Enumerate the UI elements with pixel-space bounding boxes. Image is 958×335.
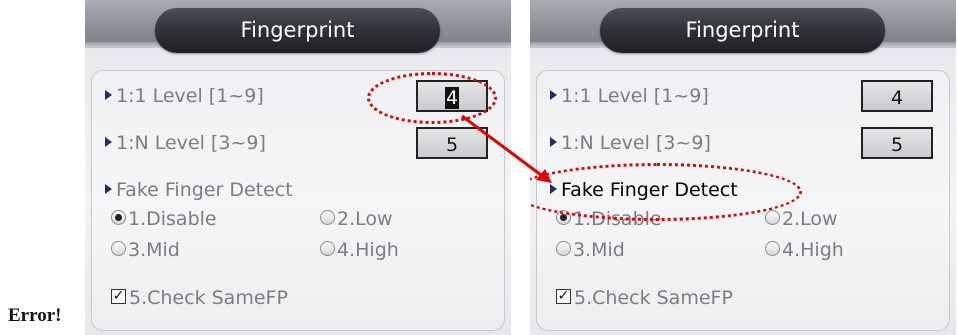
radio-icon (765, 241, 780, 256)
option-high-label: 4.High (782, 239, 844, 261)
option-mid[interactable]: 3.Mid (556, 239, 625, 261)
option-low-label: 2.Low (337, 208, 393, 230)
option-low[interactable]: 2.Low (320, 208, 393, 230)
level-1-n-label: 1:N Level [3~9] (561, 132, 711, 154)
level-1-n-value: 5 (890, 134, 904, 156)
option-high-label: 4.High (337, 239, 399, 261)
option-high[interactable]: 4.High (765, 239, 844, 261)
check-samefp-row[interactable]: ✓ 5.Check SameFP (556, 287, 733, 309)
radio-icon (111, 241, 126, 256)
highlight-ellipse (367, 72, 497, 124)
option-disable-label: 1.Disable (128, 208, 217, 230)
arrow-right-icon (105, 183, 112, 194)
arrow-right-icon (550, 89, 557, 100)
screen-title: Fingerprint (155, 8, 440, 53)
level-1-n-label: 1:N Level [3~9] (116, 132, 266, 154)
radio-icon (320, 210, 335, 225)
checkbox-checked-icon: ✓ (556, 288, 571, 304)
fingerprint-screen-after: Fingerprint 1:1 Level [1~9] 4 1:N Level … (530, 0, 956, 335)
level-1-n-value-box[interactable]: 5 (861, 127, 933, 159)
level-1-1-value-box[interactable]: 4 (861, 80, 933, 112)
level-1-1-label: 1:1 Level [1~9] (561, 85, 709, 107)
level-1-1-row[interactable]: 1:1 Level [1~9] (105, 85, 264, 107)
error-label: Error! (8, 305, 62, 326)
option-disable[interactable]: 1.Disable (111, 208, 217, 230)
check-samefp-label: 5.Check SameFP (574, 287, 733, 309)
level-1-n-value: 5 (445, 134, 459, 156)
level-1-1-label: 1:1 Level [1~9] (116, 85, 264, 107)
level-1-n-value-box[interactable]: 5 (416, 127, 488, 159)
level-1-1-value: 4 (890, 87, 904, 109)
option-low-label: 2.Low (782, 208, 838, 230)
check-samefp-label: 5.Check SameFP (129, 287, 288, 309)
option-high[interactable]: 4.High (320, 239, 399, 261)
level-1-1-row[interactable]: 1:1 Level [1~9] (550, 85, 709, 107)
level-1-n-row[interactable]: 1:N Level [3~9] (105, 132, 266, 154)
arrow-right-icon (105, 89, 112, 100)
checkbox-checked-icon: ✓ (111, 288, 126, 304)
option-mid-label: 3.Mid (128, 239, 180, 261)
arrow-right-icon (550, 136, 557, 147)
option-mid[interactable]: 3.Mid (111, 239, 180, 261)
screen-title: Fingerprint (600, 8, 885, 53)
radio-icon (320, 241, 335, 256)
radio-icon (765, 210, 780, 225)
option-mid-label: 3.Mid (573, 239, 625, 261)
radio-icon (556, 241, 571, 256)
radio-selected-icon (111, 210, 126, 225)
fake-finger-label: Fake Finger Detect (116, 179, 293, 201)
level-1-n-row[interactable]: 1:N Level [3~9] (550, 132, 711, 154)
fingerprint-screen-before: Fingerprint 1:1 Level [1~9] 4 1:N Level … (85, 0, 511, 335)
fake-finger-row[interactable]: Fake Finger Detect (105, 179, 293, 201)
check-samefp-row[interactable]: ✓ 5.Check SameFP (111, 287, 288, 309)
option-low[interactable]: 2.Low (765, 208, 838, 230)
arrow-right-icon (105, 136, 112, 147)
